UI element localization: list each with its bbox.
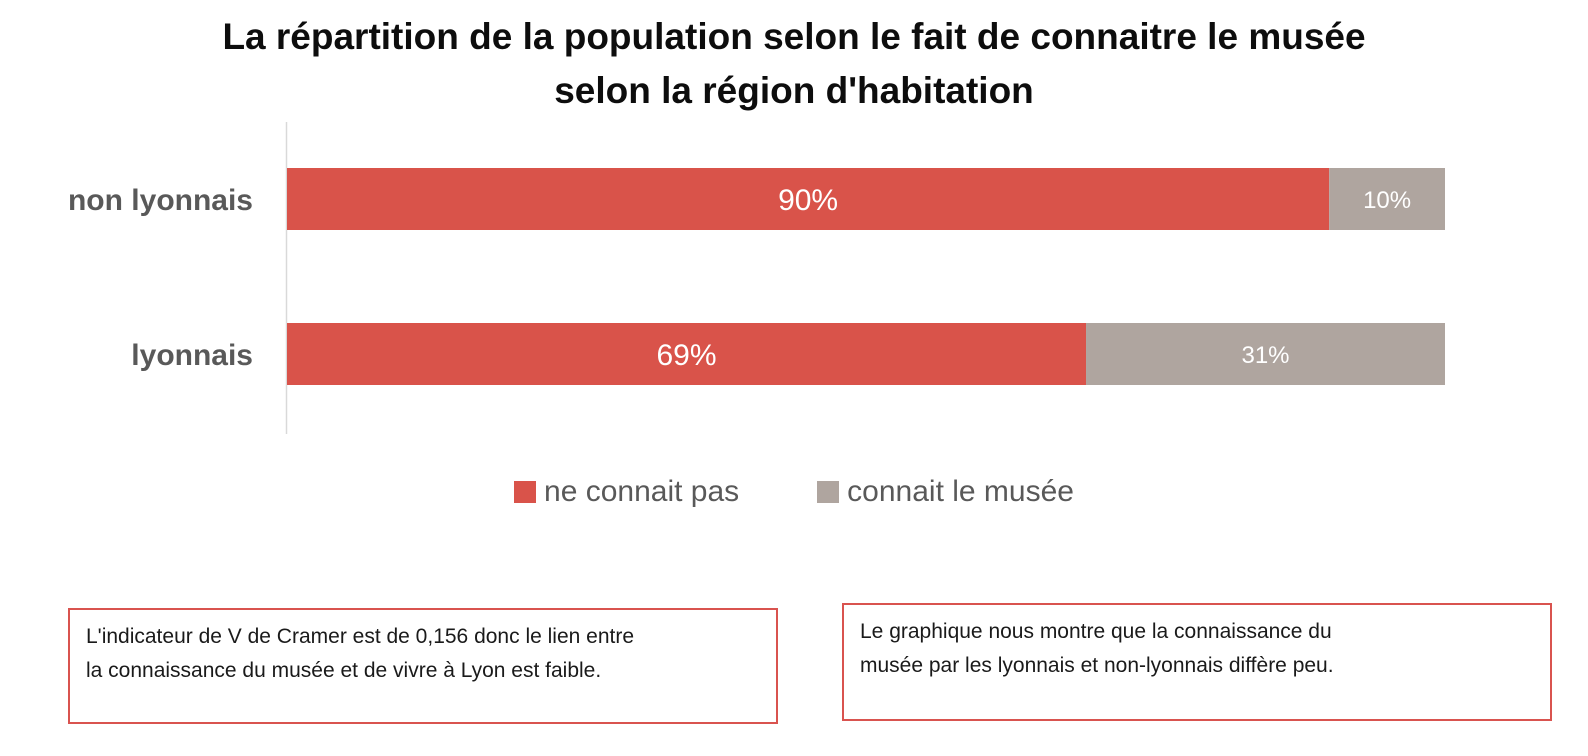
chart-legend: ne connait pas connait le musée: [0, 475, 1588, 509]
legend-label-ne-connait-pas: ne connait pas: [544, 475, 740, 508]
legend-swatch-connait-le-musee: [817, 481, 840, 503]
stacked-bar-chart: 90% 10% 69% 31% non lyonnais lyonnais: [68, 122, 1445, 434]
legend-label-connait-le-musee: connait le musée: [847, 475, 1074, 508]
chart-title: La répartition de la population selon le…: [0, 10, 1588, 118]
data-label-ne-connait-pas-non-lyonnais: 90%: [778, 184, 838, 217]
category-label-non-lyonnais: non lyonnais: [68, 184, 253, 217]
legend-swatch-ne-connait-pas: [514, 481, 537, 503]
graph-comment-line-1: Le graphique nous montre que la connaiss…: [860, 620, 1332, 643]
cramer-note-line-2: la connaissance du musée et de vivre à L…: [86, 659, 602, 682]
graph-comment-box: Le graphique nous montre que la connaiss…: [842, 603, 1552, 721]
graph-comment-line-2: musée par les lyonnais et non-lyonnais d…: [860, 654, 1334, 677]
data-label-ne-connait-pas-lyonnais: 69%: [656, 339, 716, 372]
legend-item-connait-le-musee: connait le musée: [817, 475, 1074, 509]
chart-title-line-1: La répartition de la population selon le…: [222, 16, 1366, 57]
legend-item-ne-connait-pas: ne connait pas: [514, 475, 739, 509]
data-label-connait-le-musee-lyonnais: 31%: [1241, 342, 1289, 369]
cramer-note-box: L'indicateur de V de Cramer est de 0,156…: [68, 608, 778, 724]
category-label-lyonnais: lyonnais: [131, 339, 253, 372]
cramer-note-line-1: L'indicateur de V de Cramer est de 0,156…: [86, 625, 635, 648]
data-label-connait-le-musee-non-lyonnais: 10%: [1363, 187, 1411, 214]
